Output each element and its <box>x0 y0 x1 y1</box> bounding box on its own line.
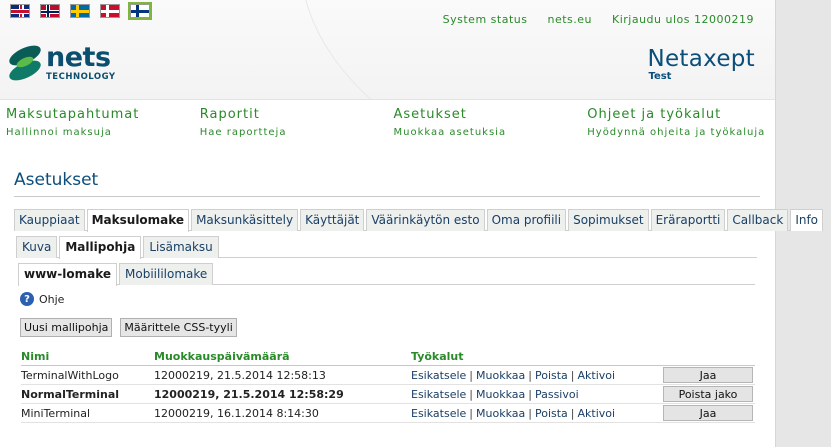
norway-flag-icon[interactable] <box>40 4 60 18</box>
tool-separator: | <box>469 368 474 382</box>
tab-settings-1[interactable]: Kauppiaat <box>14 209 85 231</box>
table-row: MiniTerminal 12000219, 16.1.2014 8:14:30 E… <box>21 404 755 423</box>
tab-form-3[interactable]: Lisämaksu <box>143 236 219 258</box>
tool-separator: | <box>528 368 532 382</box>
share-button[interactable]: Poista jako <box>663 386 753 402</box>
system-status-link[interactable]: System status <box>443 13 528 26</box>
settings-tabs: Kauppiaat Maksulomake Maksunkäsittely Käytt… <box>14 209 824 232</box>
nav-item-3[interactable]: Asetukset Muokkaa asetuksia <box>388 100 582 152</box>
row-tools: Esikatsele | Muokkaa | Poista | Aktivoi <box>411 407 663 420</box>
denmark-flag-icon[interactable] <box>100 4 120 18</box>
finland-flag-icon[interactable] <box>128 2 152 20</box>
help-label[interactable]: Ohje <box>39 293 64 306</box>
tool-separator: | <box>570 368 575 382</box>
share-button[interactable]: Jaa <box>663 405 753 421</box>
nav-item-subtitle[interactable]: Hyödynnä ohjeita ja työkaluja <box>587 127 775 138</box>
tool-separator: | <box>528 406 532 420</box>
tool-separator: | <box>469 387 474 401</box>
header-tools: Työkalut <box>411 350 464 363</box>
template-type-tabs: www-lomake Mobiililomake <box>18 263 755 286</box>
modified-date: 12000219, 21.5.2014 12:58:13 <box>154 368 326 382</box>
tab-template-2[interactable]: Mobiililomake <box>119 263 214 285</box>
tool-link[interactable]: Passivoi <box>535 388 579 401</box>
tool-link[interactable]: Esikatsele <box>411 369 466 382</box>
table-row: NormalTerminal 12000219, 21.5.2014 12:58:… <box>21 385 755 404</box>
tool-link[interactable]: Esikatsele <box>411 388 466 401</box>
language-flags <box>10 2 152 20</box>
tool-link[interactable]: Muokkaa <box>476 369 525 382</box>
tab-settings-9[interactable]: Callback <box>727 209 789 231</box>
tool-link[interactable]: Poista <box>535 369 568 382</box>
sweden-flag-icon[interactable] <box>70 4 90 18</box>
row-tools: Esikatsele | Muokkaa | Poista | Aktivoi <box>411 369 663 382</box>
tool-separator: | <box>570 406 575 420</box>
tab-settings-2[interactable]: Maksulomake <box>86 209 190 232</box>
product-branding: Netaxept Test <box>647 46 755 83</box>
row-tools: Esikatsele | Muokkaa | Passivoi <box>411 388 663 401</box>
header-date: Muokkauspäivämäärä <box>154 350 290 363</box>
nav-item-subtitle[interactable]: Muokkaa asetuksia <box>394 127 582 138</box>
top-links: System status nets.eu Kirjaudu ulos 1200… <box>443 13 754 26</box>
help-icon[interactable]: ? <box>20 292 34 306</box>
nav-item-2[interactable]: Raportit Hae raportteja <box>194 100 388 152</box>
modified-date: 12000219, 16.1.2014 8:14:30 <box>154 406 319 420</box>
nets-logo[interactable]: nets TECHNOLOGY <box>6 41 116 85</box>
nav-item-1[interactable]: Maksutapahtumat Hallinnoi maksuja <box>0 100 194 152</box>
nets-logo-icon <box>6 41 44 85</box>
product-environment: Test <box>648 71 672 82</box>
tab-settings-10[interactable]: Info <box>790 209 824 231</box>
logo-word: nets <box>46 42 111 74</box>
payment-form-tabs: Kuva Mallipohja Lisämaksu <box>16 236 757 259</box>
modified-date: 12000219, 21.5.2014 12:58:29 <box>154 387 344 401</box>
page-title: Asetukset <box>14 152 760 197</box>
tool-link[interactable]: Poista <box>535 407 568 420</box>
main-navigation: Maksutapahtumat Hallinnoi maksuja Raportit… <box>0 100 775 152</box>
tool-link[interactable]: Esikatsele <box>411 407 466 420</box>
header-name: Nimi <box>21 350 50 363</box>
tab-form-1[interactable]: Kuva <box>16 236 58 258</box>
template-name: TerminalWithLogo <box>21 368 119 382</box>
help-link[interactable]: ? Ohje <box>20 292 760 306</box>
define-css-button[interactable]: Määrittele CSS-tyyli <box>120 318 237 337</box>
tool-link[interactable]: Aktivoi <box>578 369 616 382</box>
nav-item-title[interactable]: Asetukset <box>394 107 582 122</box>
tool-link[interactable]: Muokkaa <box>476 388 525 401</box>
template-actions: Uusi mallipohja Määrittele CSS-tyyli <box>20 318 760 337</box>
logo-sub: TECHNOLOGY <box>46 72 116 83</box>
product-name: Netaxept <box>647 46 755 72</box>
share-button[interactable]: Jaa <box>663 367 753 383</box>
header: System status nets.eu Kirjaudu ulos 1200… <box>0 0 775 100</box>
nav-item-subtitle[interactable]: Hae raportteja <box>200 127 388 138</box>
tab-template-1[interactable]: www-lomake <box>18 263 117 286</box>
nav-item-title[interactable]: Raportit <box>200 107 388 122</box>
tab-settings-3[interactable]: Maksunkäsittely <box>191 209 299 231</box>
tab-settings-5[interactable]: Väärinkäytön esto <box>366 209 485 231</box>
table-row: TerminalWithLogo 12000219, 21.5.2014 12:5… <box>21 366 755 385</box>
tab-form-2[interactable]: Mallipohja <box>59 236 142 259</box>
template-name: NormalTerminal <box>21 387 120 401</box>
tool-link[interactable]: Aktivoi <box>578 407 616 420</box>
tool-link[interactable]: Muokkaa <box>476 407 525 420</box>
nav-item-4[interactable]: Ohjeet ja työkalut Hyödynnä ohjeita ja ty… <box>581 100 775 152</box>
tool-separator: | <box>528 387 532 401</box>
nav-item-subtitle[interactable]: Hallinnoi maksuja <box>6 127 194 138</box>
tab-settings-8[interactable]: Eräraportti <box>650 209 726 231</box>
tab-settings-4[interactable]: Käyttäjät <box>300 209 365 231</box>
nav-item-title[interactable]: Maksutapahtumat <box>6 107 194 122</box>
uk-flag-icon[interactable] <box>10 4 30 18</box>
templates-table: Nimi Muokkauspäivämäärä Työkalut Termina… <box>21 350 755 423</box>
template-name: MiniTerminal <box>21 406 91 420</box>
nets-eu-link[interactable]: nets.eu <box>547 13 592 26</box>
nav-item-title[interactable]: Ohjeet ja työkalut <box>587 107 775 122</box>
new-template-button[interactable]: Uusi mallipohja <box>20 318 113 337</box>
tool-separator: | <box>469 406 474 420</box>
tab-settings-6[interactable]: Oma profiili <box>486 209 567 231</box>
tab-settings-7[interactable]: Sopimukset <box>568 209 649 231</box>
content: Asetukset Kauppiaat Maksulomake Maksunkäsi… <box>14 152 824 423</box>
table-header: Nimi Muokkauspäivämäärä Työkalut <box>21 350 755 366</box>
logout-link[interactable]: Kirjaudu ulos 12000219 <box>612 13 754 26</box>
